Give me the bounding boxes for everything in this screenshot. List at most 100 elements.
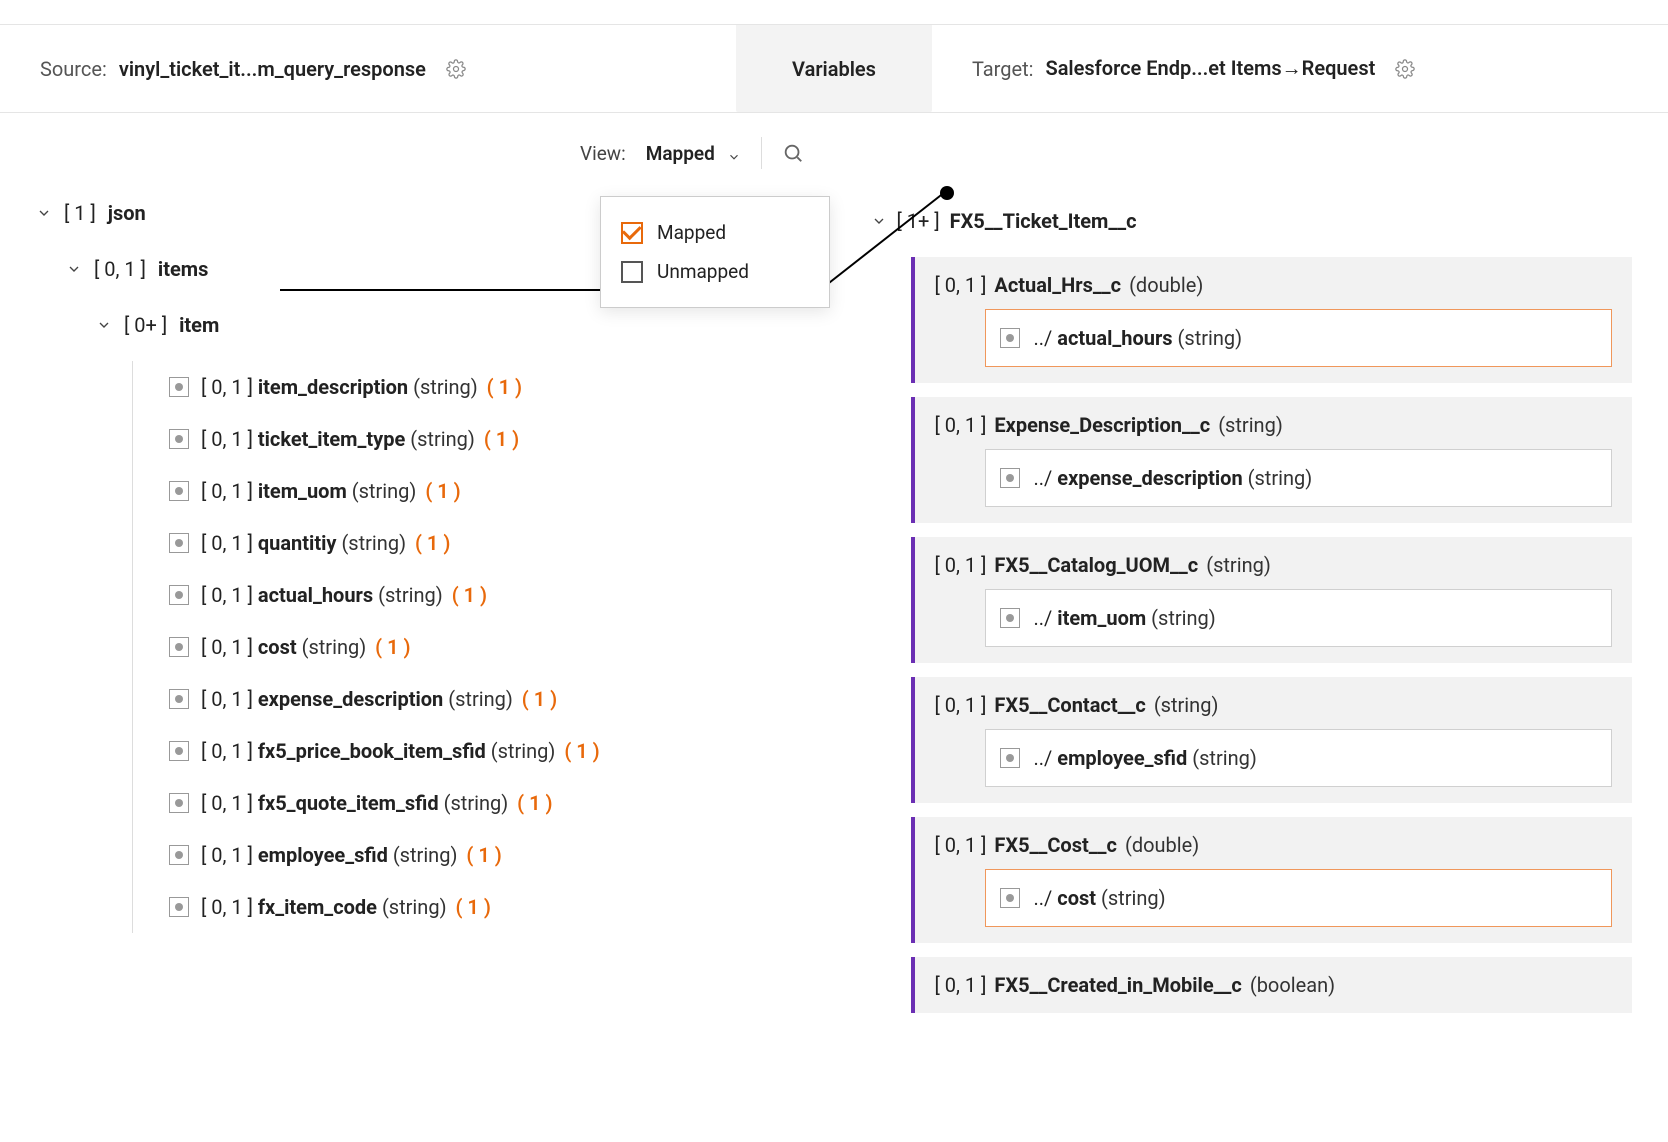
target-name: Salesforce Endp...et Items→Request <box>1045 56 1375 81</box>
field-icon <box>169 585 189 605</box>
chevron-down-icon[interactable] <box>66 261 82 277</box>
view-label: View: <box>580 142 626 165</box>
leaf-text: [ 0, 1 ] expense_description (string) ( … <box>201 687 557 711</box>
target-section: Target: Salesforce Endp...et Items→Reque… <box>932 56 1668 81</box>
dropdown-option-unmapped[interactable]: Unmapped <box>621 252 809 291</box>
target-field[interactable]: [ 0, 1 ] FX5__Contact__c (string) ../ emp… <box>911 677 1633 803</box>
cardinality: [ 1+ ] <box>897 209 940 233</box>
gear-icon[interactable] <box>1395 59 1415 79</box>
leaf-text: [ 0, 1 ] cost (string) ( 1 ) <box>201 635 411 659</box>
leaf-text: [ 0, 1 ] fx5_quote_item_sfid (string) ( … <box>201 791 553 815</box>
tree-node-target-root[interactable]: [ 1+ ] FX5__Ticket_Item__c <box>871 197 1633 245</box>
tree-leaf[interactable]: [ 0, 1 ] fx5_quote_item_sfid (string) ( … <box>169 777 798 829</box>
field-icon <box>1000 608 1020 628</box>
target-field-title: [ 0, 1 ] FX5__Contact__c (string) <box>935 693 1613 729</box>
field-icon <box>169 741 189 761</box>
dropdown-option-mapped[interactable]: Mapped <box>621 213 809 252</box>
target-field[interactable]: [ 0, 1 ] Expense_Description__c (string)… <box>911 397 1633 523</box>
source-name: vinyl_ticket_it...m_query_response <box>119 57 426 81</box>
field-icon <box>169 897 189 917</box>
tree-leaf[interactable]: [ 0, 1 ] ticket_item_type (string) ( 1 ) <box>169 413 798 465</box>
leaf-text: [ 0, 1 ] employee_sfid (string) ( 1 ) <box>201 843 502 867</box>
source-section: Source: vinyl_ticket_it...m_query_respon… <box>0 57 736 81</box>
target-field[interactable]: [ 0, 1 ] Actual_Hrs__c (double) ../ actua… <box>911 257 1633 383</box>
tree-leaf[interactable]: [ 0, 1 ] employee_sfid (string) ( 1 ) <box>169 829 798 881</box>
search-icon[interactable] <box>782 142 804 164</box>
chevron-down-icon[interactable] <box>871 213 887 229</box>
leaf-text: [ 0, 1 ] fx5_price_book_item_sfid (strin… <box>201 739 600 763</box>
node-name: FX5__Ticket_Item__c <box>950 209 1137 233</box>
target-field[interactable]: [ 0, 1 ] FX5__Catalog_UOM__c (string) ../… <box>911 537 1633 663</box>
chevron-down-icon[interactable] <box>96 317 112 333</box>
tree-leaf[interactable]: [ 0, 1 ] item_description (string) ( 1 ) <box>169 361 798 413</box>
field-icon <box>169 689 189 709</box>
node-name: item <box>179 313 219 337</box>
target-field-title: [ 0, 1 ] FX5__Cost__c (double) <box>935 833 1613 869</box>
gear-icon[interactable] <box>446 59 466 79</box>
mapped-text: ../ actual_hours (string) <box>1034 326 1243 350</box>
header-bar: Source: vinyl_ticket_it...m_query_respon… <box>0 25 1668 113</box>
field-icon <box>1000 468 1020 488</box>
mapped-text: ../ item_uom (string) <box>1034 606 1216 630</box>
source-label: Source: <box>40 57 107 81</box>
mapped-text: ../ expense_description (string) <box>1034 466 1313 490</box>
mapped-source-box[interactable]: ../ item_uom (string) <box>985 589 1613 647</box>
field-icon <box>169 637 189 657</box>
cardinality: [ 0, 1 ] <box>94 257 146 281</box>
tree-node-item[interactable]: [ 0+ ] item <box>96 309 798 341</box>
chevron-down-icon <box>727 146 741 160</box>
field-icon <box>169 845 189 865</box>
target-field[interactable]: [ 0, 1 ] FX5__Created_in_Mobile__c (bool… <box>911 957 1633 1013</box>
mapped-text: ../ cost (string) <box>1034 886 1166 910</box>
leaf-text: [ 0, 1 ] item_uom (string) ( 1 ) <box>201 479 461 503</box>
tree-leaf[interactable]: [ 0, 1 ] quantitiy (string) ( 1 ) <box>169 517 798 569</box>
cardinality: [ 1 ] <box>64 201 96 225</box>
target-label: Target: <box>972 57 1034 81</box>
field-icon <box>1000 328 1020 348</box>
mapped-source-box[interactable]: ../ actual_hours (string) <box>985 309 1613 367</box>
mapped-source-box[interactable]: ../ employee_sfid (string) <box>985 729 1613 787</box>
target-field-title: [ 0, 1 ] Expense_Description__c (string) <box>935 413 1613 449</box>
view-select[interactable]: Mapped <box>646 142 741 165</box>
field-icon <box>169 533 189 553</box>
view-select-value: Mapped <box>646 142 715 165</box>
dropdown-option-label: Mapped <box>657 221 726 244</box>
checkbox-icon[interactable] <box>621 261 643 283</box>
tree-leaf[interactable]: [ 0, 1 ] cost (string) ( 1 ) <box>169 621 798 673</box>
chevron-down-icon[interactable] <box>36 205 52 221</box>
tree-leaf[interactable]: [ 0, 1 ] fx_item_code (string) ( 1 ) <box>169 881 798 933</box>
target-tree-panel: [ 1+ ] FX5__Ticket_Item__c [ 0, 1 ] Actu… <box>835 173 1668 1111</box>
tree-leaf[interactable]: [ 0, 1 ] actual_hours (string) ( 1 ) <box>169 569 798 621</box>
tree-leaf[interactable]: [ 0, 1 ] fx5_price_book_item_sfid (strin… <box>169 725 798 777</box>
leaf-text: [ 0, 1 ] actual_hours (string) ( 1 ) <box>201 583 487 607</box>
source-tree-panel: [ 1 ] json [ 0, 1 ] items [ 0+ ] item <box>0 173 835 1111</box>
tree-leaf[interactable]: [ 0, 1 ] expense_description (string) ( … <box>169 673 798 725</box>
target-field-title: [ 0, 1 ] FX5__Created_in_Mobile__c (bool… <box>935 973 1613 997</box>
field-icon <box>169 429 189 449</box>
dropdown-option-label: Unmapped <box>657 260 749 283</box>
field-icon <box>169 377 189 397</box>
checkbox-checked-icon[interactable] <box>621 222 643 244</box>
mapped-source-box[interactable]: ../ expense_description (string) <box>985 449 1613 507</box>
field-icon <box>1000 748 1020 768</box>
target-field[interactable]: [ 0, 1 ] FX5__Cost__c (double) ../ cost (… <box>911 817 1633 943</box>
view-toolbar: View: Mapped <box>540 113 1668 173</box>
target-field-title: [ 0, 1 ] FX5__Catalog_UOM__c (string) <box>935 553 1613 589</box>
variables-tab[interactable]: Variables <box>736 25 932 112</box>
field-icon <box>169 481 189 501</box>
view-filter-dropdown[interactable]: Mapped Unmapped <box>600 196 830 308</box>
cardinality: [ 0+ ] <box>124 313 167 337</box>
node-name: items <box>158 257 208 281</box>
field-icon <box>169 793 189 813</box>
target-field-title: [ 0, 1 ] Actual_Hrs__c (double) <box>935 273 1613 309</box>
leaf-text: [ 0, 1 ] quantitiy (string) ( 1 ) <box>201 531 450 555</box>
mapped-source-box[interactable]: ../ cost (string) <box>985 869 1613 927</box>
tree-leaf[interactable]: [ 0, 1 ] item_uom (string) ( 1 ) <box>169 465 798 517</box>
leaf-text: [ 0, 1 ] ticket_item_type (string) ( 1 ) <box>201 427 519 451</box>
mapped-text: ../ employee_sfid (string) <box>1034 746 1257 770</box>
separator <box>761 137 762 169</box>
node-name: json <box>108 201 146 225</box>
leaf-text: [ 0, 1 ] fx_item_code (string) ( 1 ) <box>201 895 491 919</box>
leaf-text: [ 0, 1 ] item_description (string) ( 1 ) <box>201 375 522 399</box>
field-icon <box>1000 888 1020 908</box>
